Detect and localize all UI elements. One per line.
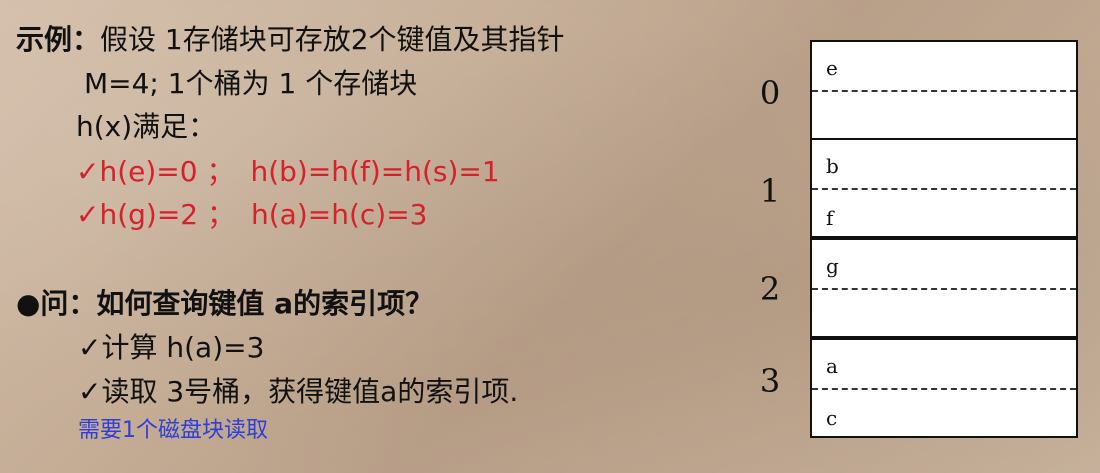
bucket-2: g (810, 238, 1078, 338)
hash-values-line-1: ✓h(e)=0 ； h(b)=h(f)=h(s)=1 (76, 150, 500, 190)
hash-value-e: ✓h(e)=0 ； (76, 155, 235, 188)
bucket-0-divider (812, 90, 1076, 92)
bucket-1-slot-2: f (826, 206, 834, 230)
example-line: 示例：假设 1存储块可存放2个键值及其指针 (16, 18, 565, 58)
bucket-3-slot-1: a (826, 354, 838, 378)
bucket-index-2: 2 (759, 270, 781, 308)
bucket-0-slot-1: e (826, 56, 838, 80)
bucket-3-divider (812, 388, 1076, 390)
hash-function-intro: h(x)满足： (76, 110, 217, 143)
hash-value-g: ✓h(g)=2 ； (76, 198, 236, 231)
text-content: 示例：假设 1存储块可存放2个键值及其指针 M=4; 1个桶为 1 个存储块 h… (0, 0, 740, 473)
answer-step-1: ✓计算 h(a)=3 (78, 331, 265, 364)
bucket-2-divider (812, 288, 1076, 290)
hash-value-ac: h(a)=h(c)=3 (251, 198, 428, 231)
bucket-1-slot-1: b (826, 154, 839, 178)
bucket-index-3: 3 (759, 362, 781, 400)
example-assumption: 假设 1存储块可存放2个键值及其指针 (100, 23, 565, 56)
bucket-1: b f (810, 138, 1078, 238)
bucket-count-line: M=4; 1个桶为 1 个存储块 (84, 67, 418, 100)
hash-bucket-table: 0 e 1 b f 2 g 3 a c (750, 30, 1090, 450)
answer-note: 需要1个磁盘块读取 (78, 418, 268, 443)
bucket-index-0: 0 (759, 74, 781, 112)
question-title: ●问：如何查询键值 a的索引项？ (16, 287, 434, 320)
bucket-3: a c (810, 338, 1078, 438)
bucket-1-divider (812, 188, 1076, 190)
hash-values-line-2: ✓h(g)=2 ； h(a)=h(c)=3 (76, 193, 428, 233)
hash-value-bfs: h(b)=h(f)=h(s)=1 (250, 155, 500, 188)
bucket-2-slot-1: g (826, 254, 839, 278)
answer-step-2: ✓读取 3号桶，获得键值a的索引项. (78, 375, 519, 408)
example-label: 示例： (16, 23, 101, 56)
bucket-index-1: 1 (759, 172, 781, 210)
bucket-0: e (810, 40, 1078, 140)
bucket-3-slot-2: c (826, 406, 838, 430)
